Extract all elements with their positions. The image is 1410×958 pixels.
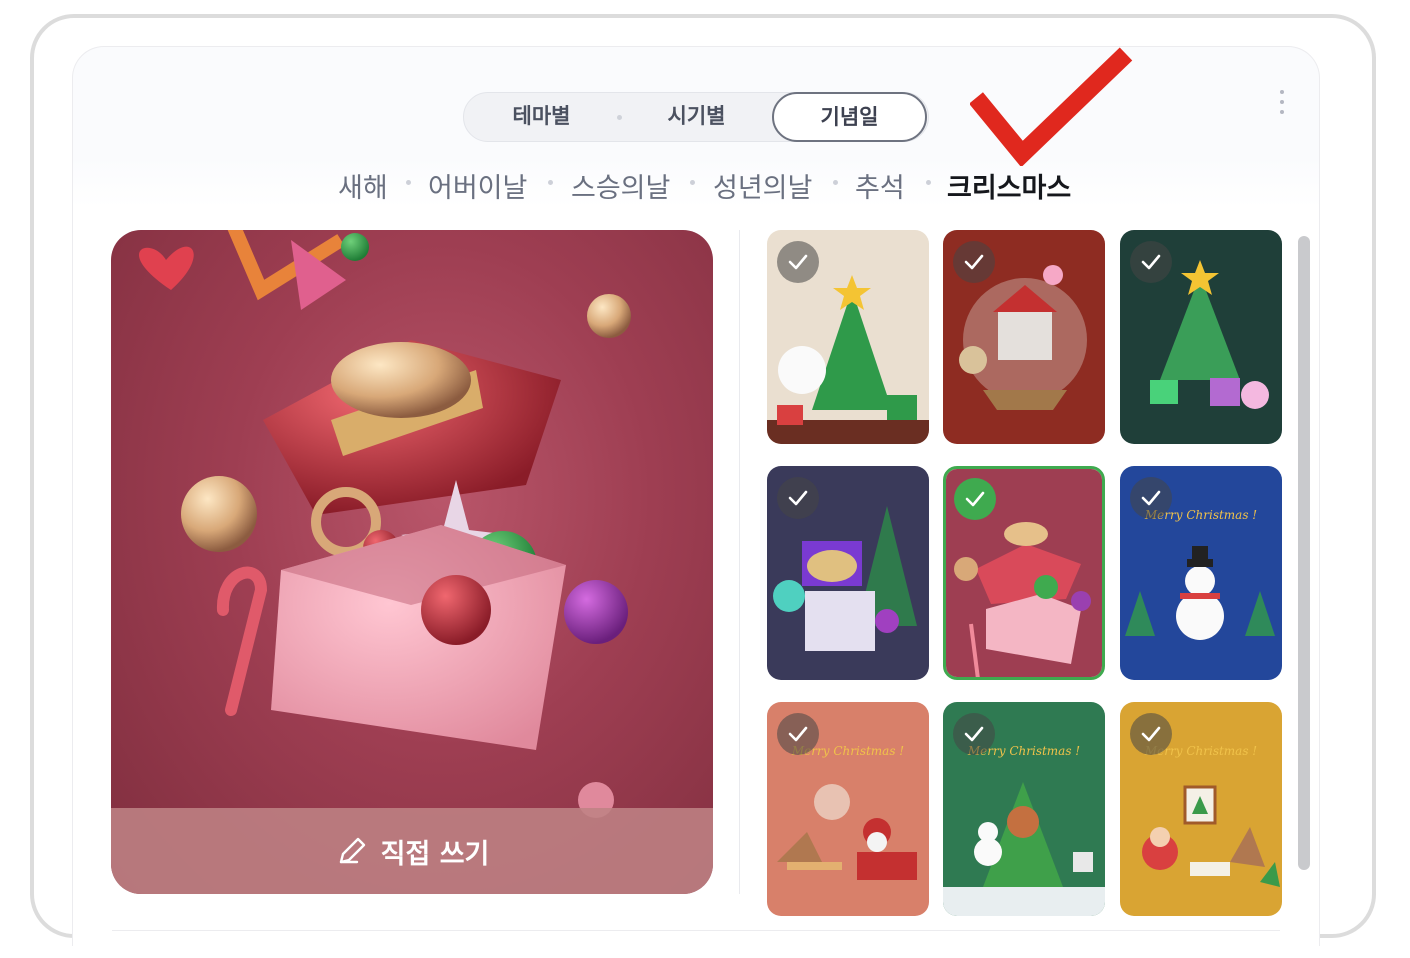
check-icon[interactable] — [777, 477, 819, 519]
write-directly-button[interactable]: 직접 쓰기 — [111, 808, 713, 894]
panel-divider — [739, 230, 740, 894]
template-thumbnail[interactable]: Merry Christmas ! — [943, 702, 1105, 916]
tab-season[interactable]: 시기별 — [619, 92, 774, 142]
category-separator — [548, 180, 553, 185]
category-separator — [833, 180, 838, 185]
check-icon[interactable] — [953, 241, 995, 283]
category-new-year[interactable]: 새해 — [338, 166, 388, 205]
template-scrollbar[interactable] — [1292, 230, 1316, 894]
red-checkmark-annotation — [970, 47, 1133, 166]
more-options-button[interactable] — [1270, 86, 1294, 120]
check-icon[interactable] — [1130, 477, 1172, 519]
check-icon[interactable] — [953, 713, 995, 755]
tab-anniversary[interactable]: 기념일 — [772, 92, 927, 142]
write-directly-label: 직접 쓰기 — [380, 838, 490, 870]
category-separator — [926, 180, 931, 185]
check-icon[interactable] — [954, 478, 996, 520]
scrollbar-thumb[interactable] — [1298, 236, 1310, 870]
pencil-icon — [339, 837, 365, 864]
gift-box-illustration — [139, 230, 631, 818]
check-icon[interactable] — [1130, 713, 1172, 755]
check-icon[interactable] — [777, 713, 819, 755]
category-chuseok[interactable]: 추석 — [855, 166, 905, 205]
template-thumbnail[interactable] — [943, 466, 1105, 680]
category-separator — [690, 180, 695, 185]
segmented-tabs: 테마별 시기별 기념일 — [463, 92, 929, 142]
template-thumbnail[interactable] — [767, 466, 929, 680]
category-teachers-day[interactable]: 스승의날 — [571, 166, 670, 205]
template-thumbnail[interactable] — [767, 230, 929, 444]
check-icon[interactable] — [777, 241, 819, 283]
category-coming-of-age-day[interactable]: 성년의날 — [713, 166, 812, 205]
template-thumbnail[interactable] — [943, 230, 1105, 444]
template-thumbnail[interactable] — [1120, 230, 1282, 444]
bottom-divider — [112, 930, 1280, 931]
template-thumbnail[interactable]: Merry Christmas ! — [1120, 466, 1282, 680]
card-preview: 직접 쓰기 — [111, 230, 713, 894]
check-icon[interactable] — [1130, 241, 1172, 283]
category-parents-day[interactable]: 어버이날 — [428, 166, 527, 205]
category-christmas[interactable]: 크리스마스 — [947, 166, 1071, 205]
template-thumbnail[interactable]: Merry Christmas ! — [1120, 702, 1282, 916]
tab-theme[interactable]: 테마별 — [464, 92, 619, 142]
template-thumbnail[interactable]: Merry Christmas ! — [767, 702, 929, 916]
more-vertical-icon — [1280, 90, 1284, 94]
category-separator — [406, 180, 411, 185]
